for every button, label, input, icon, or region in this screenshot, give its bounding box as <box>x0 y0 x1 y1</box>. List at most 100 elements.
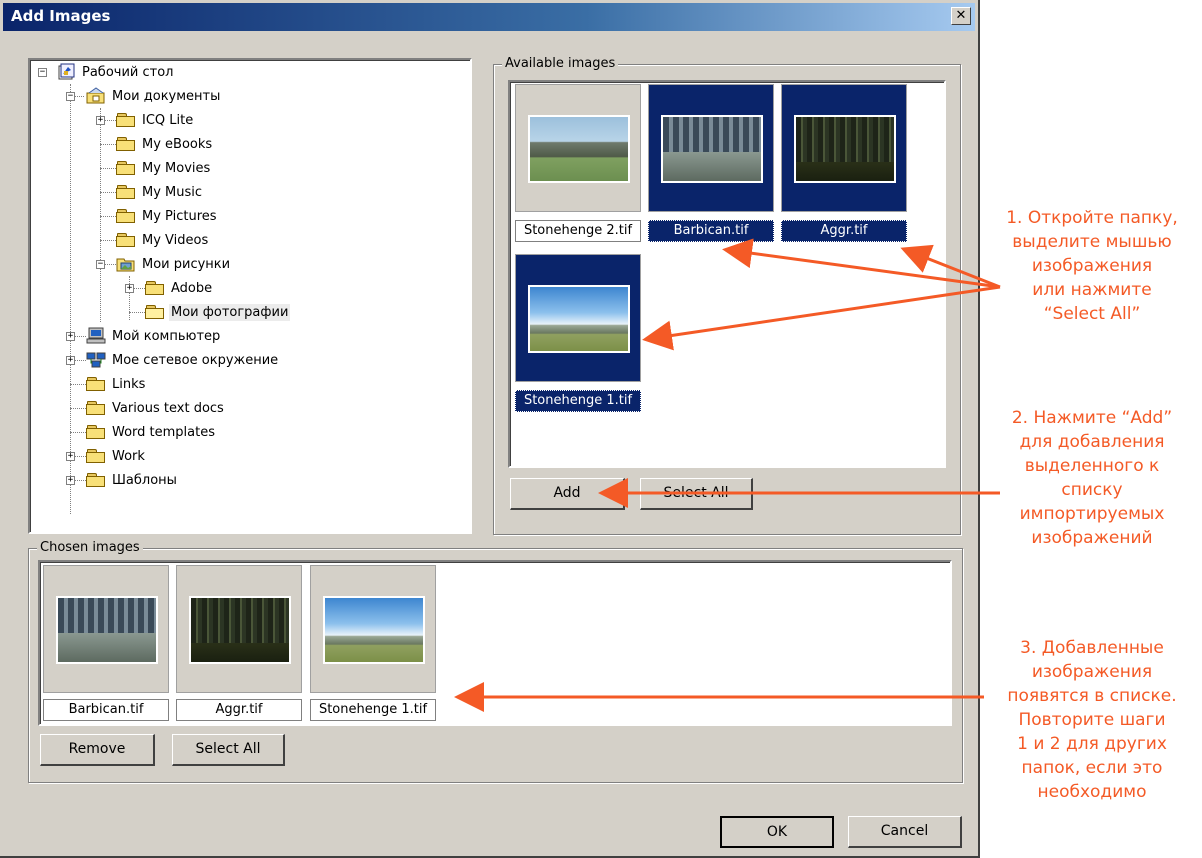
tree-item-my-movies[interactable]: My Movies <box>116 157 212 179</box>
expand-toggle[interactable]: + <box>66 356 75 365</box>
collapse-toggle[interactable]: − <box>66 92 75 101</box>
annotation-line: Повторите шаги <box>1018 710 1166 730</box>
annotation-line: 3. Добавленные <box>1020 638 1164 658</box>
tree-connector <box>100 192 116 193</box>
chosen-images-list[interactable]: Barbican.tif Aggr.tif Stonehenge 1.tif <box>38 560 952 726</box>
available-select-all-button[interactable]: Select All <box>640 478 753 510</box>
thumbnail-caption: Stonehenge 1.tif <box>310 699 436 721</box>
expand-toggle[interactable]: + <box>66 332 75 341</box>
pictures-folder-icon <box>116 255 136 273</box>
tree-item-work[interactable]: Work <box>86 445 147 467</box>
ok-button[interactable]: OK <box>720 816 834 848</box>
tree-item-label: ICQ Lite <box>142 112 194 128</box>
folder-icon <box>116 208 136 224</box>
annotation-line: появятся в списке. <box>1007 686 1177 706</box>
folder-icon <box>116 184 136 200</box>
tree-connector <box>70 408 86 409</box>
tree-item-various-text-docs[interactable]: Various text docs <box>86 397 226 419</box>
computer-icon <box>86 327 106 345</box>
tree-item-label: My Pictures <box>142 208 217 224</box>
annotation-line: 2. Нажмите “Add” <box>1011 408 1173 428</box>
folder-icon <box>86 376 106 392</box>
tree-item-label: Мои рисунки <box>142 256 231 272</box>
open-folder-icon <box>145 304 165 320</box>
expand-toggle[interactable]: + <box>66 476 75 485</box>
tree-item-my-documents[interactable]: Мои документы <box>86 85 222 107</box>
tree-connector <box>70 384 86 385</box>
thumbnail-barbican[interactable] <box>648 84 774 212</box>
annotation-line: “Select All” <box>1043 304 1141 324</box>
thumbnail-caption: Aggr.tif <box>176 699 302 721</box>
title-bar[interactable]: Add Images ✕ <box>3 3 975 31</box>
tree-item-label: My Music <box>142 184 203 200</box>
annotation-line: или нажмите <box>1032 280 1152 300</box>
thumbnail-image <box>528 115 630 183</box>
thumbnail-image <box>661 115 763 183</box>
folder-icon <box>86 448 106 464</box>
annotation-line: импортируемых <box>1019 504 1165 524</box>
tree-item-my-pictures[interactable]: My Pictures <box>116 205 219 227</box>
folder-icon <box>116 112 136 128</box>
cancel-button[interactable]: Cancel <box>848 816 962 848</box>
tree-connector <box>100 108 101 322</box>
available-images-label: Available images <box>502 56 619 71</box>
tree-item-network[interactable]: Мое сетевое окружение <box>86 349 280 371</box>
desktop-icon <box>56 63 76 81</box>
thumbnail-caption: Stonehenge 1.tif <box>515 390 641 412</box>
chosen-thumbnail-stonehenge-1[interactable] <box>310 565 436 693</box>
add-images-dialog: Add Images ✕ − Рабочий стол − Мои докуме… <box>0 0 980 858</box>
tree-item-my-photos[interactable]: Мои фотографии <box>145 301 291 323</box>
thumbnail-image <box>323 596 425 664</box>
tree-item-my-drawings[interactable]: Мои рисунки <box>116 253 232 275</box>
thumbnail-stonehenge-1[interactable] <box>515 254 641 382</box>
chosen-thumbnail-aggr[interactable] <box>176 565 302 693</box>
tree-connector <box>100 216 116 217</box>
annotation-line: для добавления <box>1019 432 1165 452</box>
tree-item-label: Links <box>112 376 146 392</box>
folder-icon <box>86 424 106 440</box>
thumbnail-aggr[interactable] <box>781 84 907 212</box>
remove-button[interactable]: Remove <box>40 734 155 766</box>
tree-item-word-templates[interactable]: Word templates <box>86 421 217 443</box>
tree-item-label: Various text docs <box>112 400 224 416</box>
tree-item-label: Мой компьютер <box>112 328 221 344</box>
expand-toggle[interactable]: + <box>125 284 134 293</box>
collapse-toggle[interactable]: − <box>96 260 105 269</box>
tree-item-adobe[interactable]: Adobe <box>145 277 214 299</box>
tree-item-label: Work <box>112 448 145 464</box>
chosen-select-all-button[interactable]: Select All <box>172 734 285 766</box>
folder-tree[interactable]: − Рабочий стол − Мои документы + ICQ Lit… <box>28 58 472 534</box>
tree-item-label: Мои фотографии <box>169 303 291 321</box>
folder-icon <box>116 160 136 176</box>
thumbnail-image <box>189 596 291 664</box>
add-button[interactable]: Add <box>510 478 625 510</box>
tree-item-links[interactable]: Links <box>86 373 147 395</box>
thumbnail-image <box>56 596 158 664</box>
thumbnail-caption: Barbican.tif <box>648 220 774 242</box>
tree-item-my-computer[interactable]: Мой компьютер <box>86 325 222 347</box>
collapse-toggle[interactable]: − <box>38 68 47 77</box>
annotation-line: изображения <box>1031 256 1153 276</box>
thumbnail-image <box>528 285 630 353</box>
folder-icon <box>116 232 136 248</box>
annotation-step-3: 3. Добавленные изображения появятся в сп… <box>984 636 1200 804</box>
tree-item-my-videos[interactable]: My Videos <box>116 229 210 251</box>
tree-item-desktop[interactable]: Рабочий стол <box>56 61 175 83</box>
folder-icon <box>86 400 106 416</box>
tree-item-icq-lite[interactable]: ICQ Lite <box>116 109 195 131</box>
thumbnail-caption: Stonehenge 2.tif <box>515 220 641 242</box>
thumbnail-stonehenge-2[interactable] <box>515 84 641 212</box>
thumbnail-caption: Aggr.tif <box>781 220 907 242</box>
tree-item-label: Рабочий стол <box>82 64 174 80</box>
expand-toggle[interactable]: + <box>66 452 75 461</box>
expand-toggle[interactable]: + <box>96 116 105 125</box>
tree-item-my-music[interactable]: My Music <box>116 181 204 203</box>
available-images-list[interactable]: Stonehenge 2.tif Barbican.tif Aggr.tif S… <box>508 80 946 468</box>
tree-item-my-ebooks[interactable]: My eBooks <box>116 133 214 155</box>
chosen-thumbnail-barbican[interactable] <box>43 565 169 693</box>
tree-item-templates[interactable]: Шаблоны <box>86 469 179 491</box>
tree-item-label: Adobe <box>171 280 213 296</box>
close-button[interactable]: ✕ <box>951 7 971 25</box>
folder-icon <box>145 280 165 296</box>
tree-item-label: My eBooks <box>142 136 213 152</box>
